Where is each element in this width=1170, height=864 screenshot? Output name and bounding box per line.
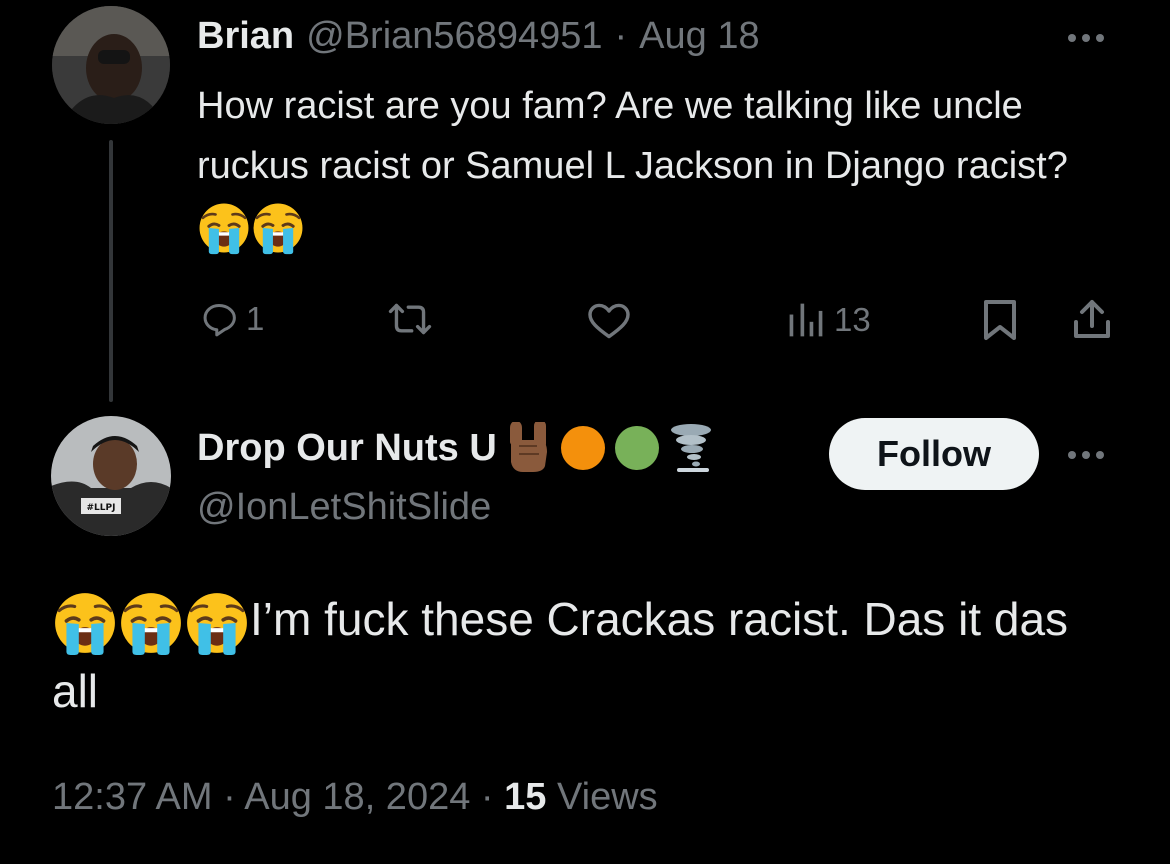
follow-label: Follow [877, 433, 991, 474]
loudly-crying-face-icon [52, 590, 118, 656]
views-chart-icon [789, 303, 823, 337]
tweet-header: Brian @Brian56894951 · Aug 18 [197, 12, 760, 60]
avatar[interactable] [52, 6, 170, 124]
reply-count: 1 [246, 300, 265, 337]
bookmark-icon [984, 300, 1016, 340]
tornado-icon [670, 424, 711, 472]
like-button[interactable] [586, 302, 640, 340]
heart-icon [588, 303, 630, 339]
avatar[interactable]: #LLPJ [51, 416, 171, 536]
retweet-button[interactable] [388, 300, 440, 338]
follow-button[interactable]: Follow [829, 418, 1039, 490]
post-time[interactable]: 12:37 AM [52, 776, 213, 818]
tweet-meta: 12:37 AM · Aug 18, 2024 · 15 Views [52, 776, 658, 819]
views-button[interactable]: 13 [786, 300, 871, 340]
avatar-photo: #LLPJ [51, 416, 171, 536]
separator: · [223, 776, 245, 818]
reply-icon [203, 304, 236, 337]
loudly-crying-face-icon [197, 201, 251, 255]
svg-text:#LLPJ: #LLPJ [87, 503, 116, 513]
separator: · [614, 14, 628, 57]
display-name[interactable]: Drop Our Nuts U [197, 427, 497, 470]
views-count: 15 [504, 776, 547, 818]
retweet-icon [388, 303, 432, 335]
share-icon [1074, 300, 1110, 338]
green-circle-icon [614, 426, 659, 470]
sign-of-horns-icon [509, 422, 547, 472]
tweet-text: How racist are you fam? Are we talking l… [197, 85, 1068, 187]
author-name-row: Drop Our Nuts U [197, 420, 715, 476]
loudly-crying-face-icon [184, 590, 250, 656]
more-options-icon[interactable] [1068, 451, 1104, 459]
views-count: 13 [834, 301, 871, 338]
more-options-icon[interactable] [1068, 34, 1104, 42]
tweet-body: How racist are you fam? Are we talking l… [197, 76, 1097, 256]
loudly-crying-face-icon [118, 590, 184, 656]
reply-button[interactable]: 1 [200, 300, 264, 338]
separator: · [480, 776, 505, 818]
display-name[interactable]: Brian [197, 15, 294, 58]
views-label: Views [556, 776, 658, 818]
emoji-group [52, 593, 250, 645]
share-button[interactable] [1070, 298, 1114, 347]
handle[interactable]: @IonLetShitSlide [197, 482, 491, 532]
handle[interactable]: @Brian56894951 [306, 15, 602, 58]
avatar-photo [52, 6, 170, 124]
emoji-group [197, 205, 305, 247]
loudly-crying-face-icon [251, 201, 305, 255]
orange-circle-icon [560, 426, 605, 470]
post-date[interactable]: Aug 18, 2024 [244, 776, 470, 818]
bookmark-button[interactable] [980, 298, 1020, 347]
post-date[interactable]: Aug 18 [639, 15, 759, 58]
tweet-body: I’m fuck these Crackas racist. Das it da… [52, 584, 1122, 726]
thread-line [109, 140, 113, 402]
